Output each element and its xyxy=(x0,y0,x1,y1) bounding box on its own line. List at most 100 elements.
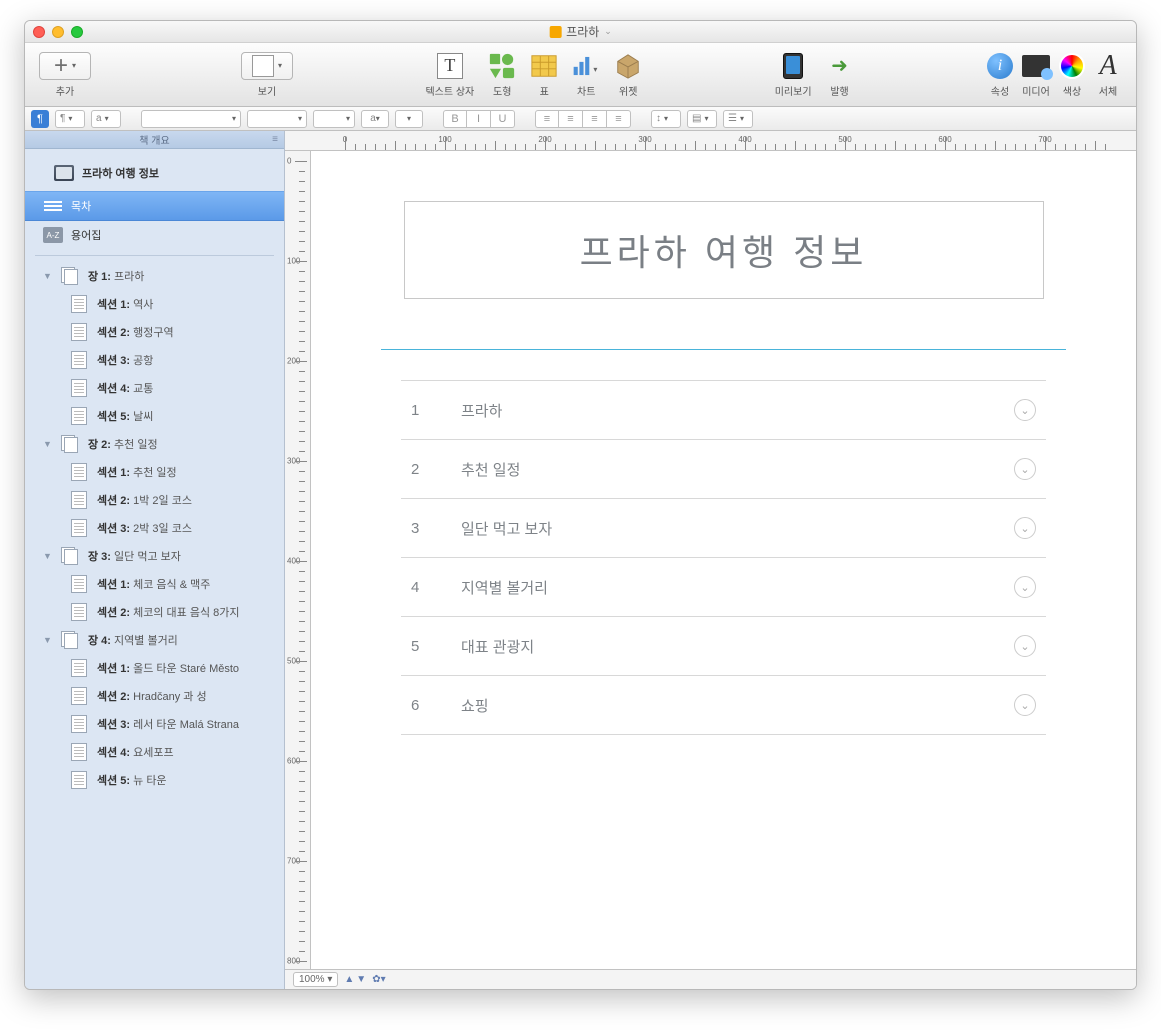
chapter-label: 장 4: 지역별 볼거리 xyxy=(88,632,178,648)
chevron-down-icon: ▾ xyxy=(72,61,76,70)
sidebar-section[interactable]: 섹션 3: 레서 타운 Malá Strana xyxy=(25,710,284,738)
close-button[interactable] xyxy=(33,26,45,38)
sidebar-header-label: 책 개요 xyxy=(139,132,169,147)
textbox-button[interactable]: T xyxy=(436,52,464,80)
sidebar-toc[interactable]: 목차 xyxy=(25,191,284,221)
sidebar-section[interactable]: 섹션 2: 체코의 대표 음식 8가지 xyxy=(25,598,284,626)
toc-title: 대표 관광지 xyxy=(441,636,1014,657)
expand-icon[interactable]: ⌄ xyxy=(1014,458,1036,480)
preview-button[interactable] xyxy=(779,52,807,80)
toc-title: 추천 일정 xyxy=(441,459,1014,480)
paragraph-style-select[interactable]: ¶▾ xyxy=(55,110,85,128)
disclosure-triangle-icon[interactable]: ▼ xyxy=(43,271,52,281)
toc-row[interactable]: 1프라하⌄ xyxy=(401,380,1046,440)
vertical-ruler[interactable]: 0100200300400500600700800 xyxy=(285,151,311,969)
bold-button[interactable]: B xyxy=(443,110,467,128)
sidebar-chapter[interactable]: ▼장 3: 일단 먹고 보자 xyxy=(25,542,284,570)
page-title-box[interactable]: 프라하 여행 정보 xyxy=(404,201,1044,299)
next-page-button[interactable]: ▼ xyxy=(356,974,366,985)
align-left-button[interactable]: ≡ xyxy=(535,110,559,128)
align-right-button[interactable]: ≡ xyxy=(583,110,607,128)
sidebar-section[interactable]: 섹션 3: 공항 xyxy=(25,346,284,374)
inspector-button[interactable]: i xyxy=(986,52,1014,80)
shapes-button[interactable] xyxy=(488,52,516,80)
fonts-button[interactable]: A xyxy=(1094,52,1122,80)
align-center-button[interactable]: ≡ xyxy=(559,110,583,128)
sidebar-section[interactable]: 섹션 5: 날씨 xyxy=(25,402,284,430)
expand-icon[interactable]: ⌄ xyxy=(1014,694,1036,716)
toc-title: 일단 먹고 보자 xyxy=(441,518,1014,539)
minimize-button[interactable] xyxy=(52,26,64,38)
disclosure-triangle-icon[interactable]: ▼ xyxy=(43,439,52,449)
sidebar-list: 프라하 여행 정보 목차 A-Z 용어집 ▼장 1: 프라하섹션 1: 역사섹션… xyxy=(25,149,284,989)
view-button[interactable]: ▾ xyxy=(241,52,293,80)
add-button[interactable]: + ▾ xyxy=(39,52,91,80)
bg-color-swatch[interactable]: ▾ xyxy=(395,110,423,128)
publish-button[interactable]: ➜ xyxy=(826,52,854,80)
sidebar-section[interactable]: 섹션 4: 요세포프 xyxy=(25,738,284,766)
view-options-button[interactable]: ✿▾ xyxy=(372,974,385,985)
disclosure-triangle-icon[interactable]: ▼ xyxy=(43,551,52,561)
page-canvas[interactable]: 프라하 여행 정보 1프라하⌄2추천 일정⌄3일단 먹고 보자⌄4지역별 볼거리… xyxy=(311,151,1136,969)
toc-row[interactable]: 2추천 일정⌄ xyxy=(401,440,1046,499)
expand-icon[interactable]: ⌄ xyxy=(1014,399,1036,421)
pilcrow-button[interactable]: ¶ xyxy=(31,110,49,128)
expand-icon[interactable]: ⌄ xyxy=(1014,517,1036,539)
textbox-label: 텍스트 상자 xyxy=(425,83,474,98)
columns-select[interactable]: ▤▾ xyxy=(687,110,717,128)
widget-button[interactable] xyxy=(614,52,642,80)
toc-row[interactable]: 6쇼핑⌄ xyxy=(401,676,1046,735)
toc-row[interactable]: 3일단 먹고 보자⌄ xyxy=(401,499,1046,558)
media-button[interactable] xyxy=(1022,52,1050,80)
text-color-swatch[interactable]: a▾ xyxy=(361,110,389,128)
sidebar-menu-icon[interactable]: ≡ xyxy=(272,134,278,145)
book-title-label: 프라하 여행 정보 xyxy=(82,165,159,181)
sidebar-chapter[interactable]: ▼ 장 4: 지역별 볼거리 xyxy=(25,626,284,654)
expand-icon[interactable]: ⌄ xyxy=(1014,635,1036,657)
document-title: 프라하 xyxy=(566,23,599,40)
font-size-select[interactable]: ▾ xyxy=(313,110,355,128)
colors-button[interactable] xyxy=(1058,52,1086,80)
sidebar-section[interactable]: 섹션 5: 뉴 타운 xyxy=(25,766,284,794)
italic-button[interactable]: I xyxy=(467,110,491,128)
toc-row[interactable]: 4지역별 볼거리⌄ xyxy=(401,558,1046,617)
sidebar-chapter[interactable]: ▼장 1: 프라하 xyxy=(25,262,284,290)
sidebar-section[interactable]: 섹션 2: 행정구역 xyxy=(25,318,284,346)
prev-page-button[interactable]: ▲ xyxy=(344,974,354,985)
sidebar-section[interactable]: 섹션 2: 1박 2일 코스 xyxy=(25,486,284,514)
chapter-icon xyxy=(61,267,79,285)
font-icon: A xyxy=(1099,50,1116,82)
sidebar-glossary[interactable]: A-Z 용어집 xyxy=(25,221,284,249)
section-icon xyxy=(71,519,87,537)
sidebar-section[interactable]: 섹션 2: Hradčany 과 성 xyxy=(25,682,284,710)
sidebar-section[interactable]: 섹션 1: 추천 일정 xyxy=(25,458,284,486)
section-label: 섹션 4: 교통 xyxy=(97,380,153,396)
table-button[interactable] xyxy=(530,52,558,80)
underline-button[interactable]: U xyxy=(491,110,515,128)
char-style-select[interactable]: a▾ xyxy=(91,110,121,128)
sidebar-section[interactable]: 섹션 1: 역사 xyxy=(25,290,284,318)
list-select[interactable]: ☰▾ xyxy=(723,110,753,128)
toc-row[interactable]: 5대표 관광지⌄ xyxy=(401,617,1046,676)
sidebar-section[interactable]: 섹션 1: 올드 타운 Staré Město xyxy=(25,654,284,682)
sidebar-book-title[interactable]: 프라하 여행 정보 xyxy=(25,155,284,191)
sidebar-chapter[interactable]: ▼장 2: 추천 일정 xyxy=(25,430,284,458)
maximize-button[interactable] xyxy=(71,26,83,38)
window-title[interactable]: 프라하 ⌄ xyxy=(549,23,612,40)
disclosure-triangle-icon[interactable]: ▼ xyxy=(43,635,52,645)
sidebar-section[interactable]: 섹션 4: 교통 xyxy=(25,374,284,402)
align-justify-button[interactable]: ≡ xyxy=(607,110,631,128)
horizontal-ruler[interactable]: 0100200300400500600700 xyxy=(285,131,1136,151)
sidebar-section[interactable]: 섹션 3: 2박 3일 코스 xyxy=(25,514,284,542)
font-family-select[interactable]: ▾ xyxy=(141,110,241,128)
zoom-select[interactable]: 100% ▾ xyxy=(293,972,338,987)
line-spacing-select[interactable]: ↕▾ xyxy=(651,110,681,128)
expand-icon[interactable]: ⌄ xyxy=(1014,576,1036,598)
section-label: 섹션 5: 뉴 타운 xyxy=(97,772,167,788)
widget-label: 위젯 xyxy=(619,83,637,98)
section-label: 섹션 1: 올드 타운 Staré Město xyxy=(97,660,239,676)
sidebar-section[interactable]: 섹션 1: 체코 음식 & 맥주 xyxy=(25,570,284,598)
sidebar-separator xyxy=(35,255,274,256)
chart-button[interactable]: ▾ xyxy=(572,52,600,80)
font-style-select[interactable]: ▾ xyxy=(247,110,307,128)
